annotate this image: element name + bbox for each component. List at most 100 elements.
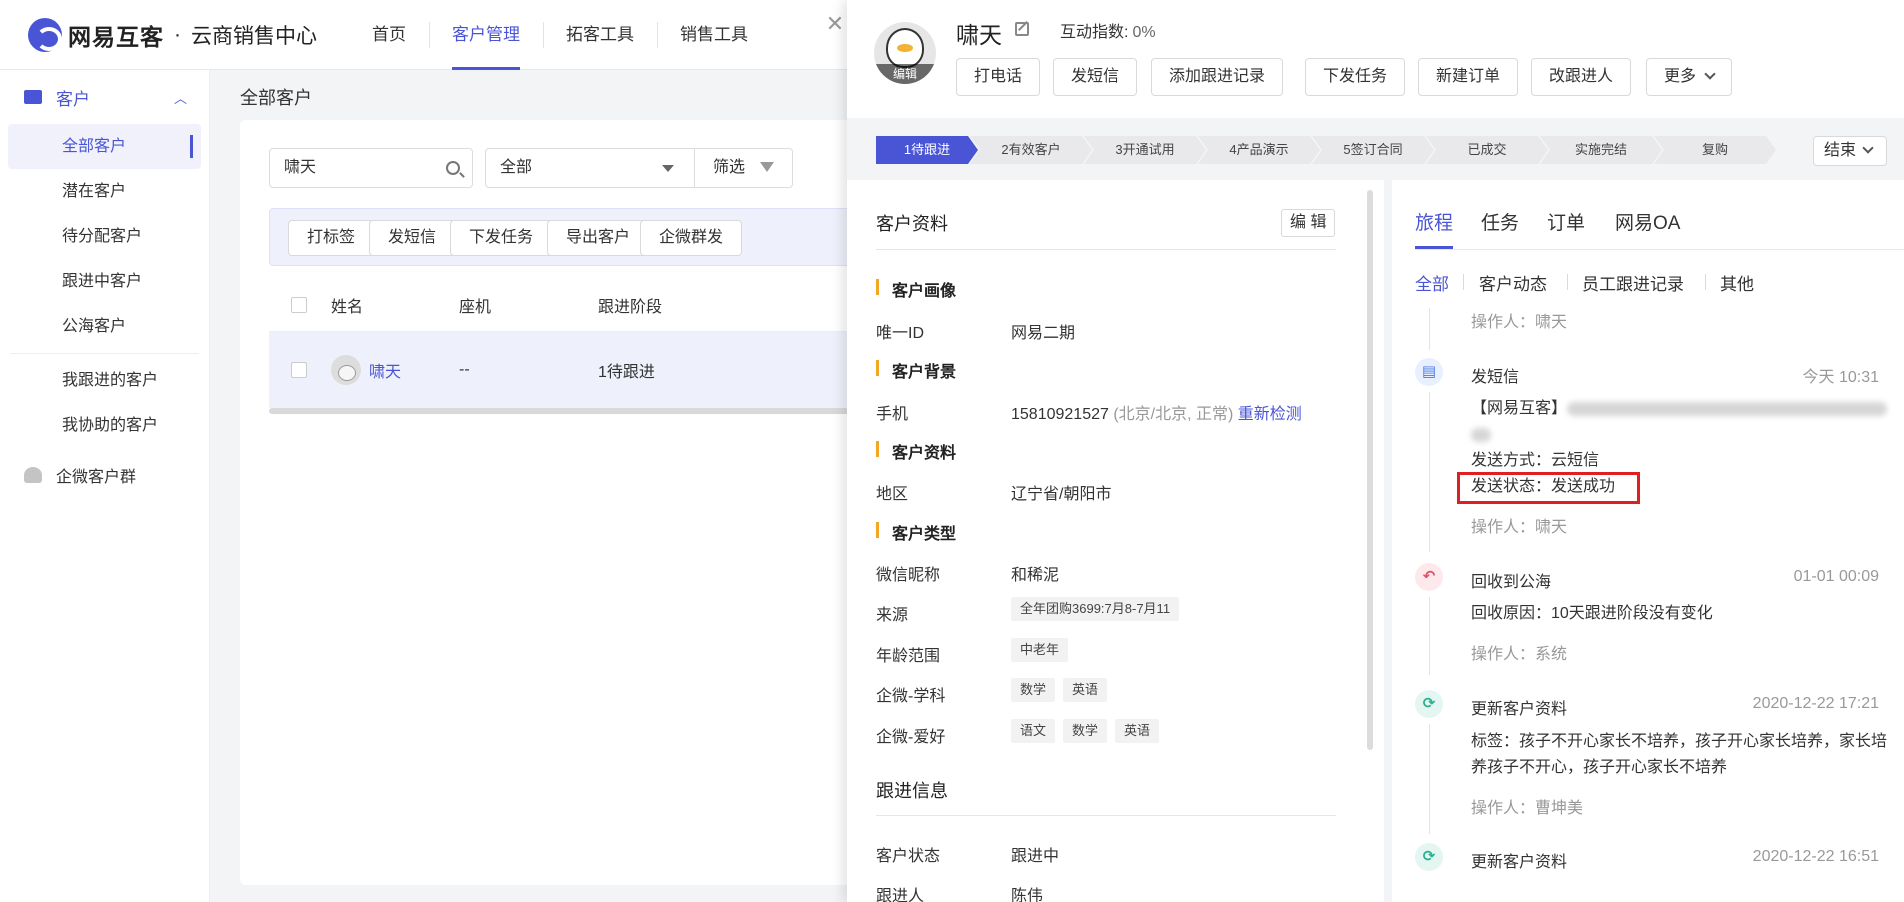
- nav-prospecting-tools[interactable]: 拓客工具: [544, 0, 657, 70]
- change-owner-button[interactable]: 改跟进人: [1531, 58, 1632, 96]
- hobby-tag: 数学: [1063, 719, 1108, 743]
- section-profile: 客户资料: [876, 439, 956, 463]
- hobby-label: 企微-爱好: [876, 729, 946, 746]
- filter-divider: [1705, 274, 1706, 290]
- phone-location: (北京/北京, 正常): [1113, 406, 1234, 423]
- timeline-line: [1429, 724, 1430, 834]
- section-type: 客户类型: [876, 520, 956, 544]
- sidebar-item-unassigned-customers[interactable]: 待分配客户: [8, 214, 201, 259]
- status-value: 跟进中: [1011, 848, 1060, 865]
- end-stage-dropdown[interactable]: 结束: [1813, 136, 1887, 166]
- send-sms-button[interactable]: 发短信: [1053, 58, 1138, 96]
- region-value: 辽宁省/朝阳市: [1011, 486, 1112, 503]
- sidebar-item-public-pool[interactable]: 公海客户: [8, 304, 201, 349]
- panel-divider: [1384, 180, 1392, 902]
- filter-all[interactable]: 全部: [1415, 270, 1449, 295]
- filter-staff-records[interactable]: 员工跟进记录: [1582, 270, 1684, 295]
- select-all-checkbox[interactable]: [291, 296, 307, 313]
- call-button[interactable]: 打电话: [956, 58, 1041, 96]
- phone-value: 15810921527 (北京/北京, 正常) 重新检测: [1011, 400, 1302, 424]
- new-order-button[interactable]: 新建订单: [1418, 58, 1519, 96]
- column-name[interactable]: 姓名: [331, 278, 363, 331]
- end-label: 结束: [1824, 142, 1857, 159]
- sidebar-item-all-customers[interactable]: 全部客户: [8, 124, 201, 169]
- column-stage[interactable]: 跟进阶段: [598, 278, 662, 331]
- sidebar-group-customer[interactable]: 客户 ︿: [0, 70, 209, 124]
- assign-task-button[interactable]: 下发任务: [1305, 58, 1406, 96]
- stage-step[interactable]: 4产品演示: [1198, 136, 1320, 164]
- close-drawer-icon[interactable]: ✕: [822, 12, 848, 38]
- stage-step[interactable]: 5签订合同: [1312, 136, 1434, 164]
- customer-avatar[interactable]: 编辑: [874, 22, 936, 84]
- divider: [876, 249, 1336, 250]
- event-time: 01-01 00:09: [1793, 568, 1879, 585]
- subject-tag: 数学: [1011, 678, 1056, 702]
- add-follow-record-button[interactable]: 添加跟进记录: [1151, 58, 1284, 96]
- age-tag: 中老年: [1011, 638, 1069, 662]
- sidebar-item-wecom-groups[interactable]: 企微客户群: [0, 448, 209, 502]
- scope-select[interactable]: 全部: [485, 148, 695, 188]
- tab-orders[interactable]: 订单: [1547, 208, 1585, 235]
- tab-netease-oa[interactable]: 网易OA: [1615, 208, 1680, 235]
- event-time: 2020-12-22 17:21: [1752, 695, 1879, 712]
- customer-list-card: 啸天 全部 筛选 打标签 发短信 下发任务 导出客户 企微群发 姓名 座机 跟进…: [240, 120, 909, 885]
- tab-tasks[interactable]: 任务: [1481, 208, 1519, 235]
- nav-sales-tools[interactable]: 销售工具: [658, 0, 771, 70]
- export-customers-button[interactable]: 导出客户: [547, 220, 650, 256]
- stage-step[interactable]: 3开通试用: [1084, 136, 1206, 164]
- brand-subtitle: 云商销售中心: [191, 25, 317, 48]
- search-icon[interactable]: [446, 161, 460, 175]
- event-title: 发短信: [1471, 369, 1520, 386]
- more-button[interactable]: 更多: [1646, 58, 1733, 96]
- stage-step[interactable]: 已成交: [1426, 136, 1548, 164]
- phone-label: 手机: [876, 406, 909, 423]
- refresh-icon: ⟳: [1415, 690, 1443, 718]
- penguin-avatar-icon: [886, 28, 924, 68]
- brand-logo[interactable]: 网易互客 · 云商销售中心: [28, 18, 317, 52]
- tag-button[interactable]: 打标签: [288, 220, 375, 256]
- sidebar-item-potential-customers[interactable]: 潜在客户: [8, 169, 201, 214]
- assign-task-button[interactable]: 下发任务: [450, 220, 553, 256]
- row-checkbox[interactable]: [291, 362, 307, 378]
- info-scrollbar[interactable]: [1367, 190, 1373, 750]
- column-landline[interactable]: 座机: [459, 278, 491, 331]
- page-title: 全部客户: [240, 88, 312, 108]
- avatar-edit-label[interactable]: 编辑: [874, 64, 936, 84]
- send-sms-button[interactable]: 发短信: [369, 220, 456, 256]
- interaction-label: 互动指数:: [1060, 24, 1129, 41]
- highlight-box: [1457, 472, 1640, 504]
- edit-info-button[interactable]: 编 辑: [1281, 209, 1336, 237]
- sidebar-item-my-customers[interactable]: 我跟进的客户: [8, 358, 201, 403]
- section-portrait: 客户画像: [876, 277, 956, 301]
- phone-number: 15810921527: [1011, 406, 1109, 423]
- sidebar-item-following-customers[interactable]: 跟进中客户: [8, 259, 201, 304]
- caret-down-icon: [662, 165, 674, 172]
- tab-journey[interactable]: 旅程: [1415, 208, 1454, 249]
- recheck-link[interactable]: 重新检测: [1238, 406, 1302, 423]
- source-tag: 全年团购3699:7月8-7月11: [1011, 597, 1180, 621]
- nav-home[interactable]: 首页: [350, 0, 429, 70]
- filter-other[interactable]: 其他: [1720, 270, 1754, 295]
- customer-name-link[interactable]: 啸天: [369, 358, 401, 382]
- nav-customer-management[interactable]: 客户管理: [430, 0, 543, 70]
- filter-button[interactable]: 筛选: [695, 148, 793, 188]
- search-input[interactable]: 啸天: [269, 148, 473, 188]
- stage-step[interactable]: 1待跟进: [876, 136, 978, 164]
- table-row[interactable]: 啸天 -- 1待跟进: [269, 332, 889, 408]
- customer-name: 啸天: [956, 22, 1002, 48]
- stage-step[interactable]: 复购: [1654, 136, 1776, 164]
- chevron-up-icon: ︿: [173, 90, 187, 106]
- bulk-action-bar: 打标签 发短信 下发任务 导出客户 企微群发: [269, 208, 909, 266]
- edit-name-icon[interactable]: [1015, 22, 1029, 36]
- filter-customer-activity[interactable]: 客户动态: [1479, 270, 1547, 295]
- interaction-value: 0%: [1132, 24, 1156, 41]
- uid-label: 唯一ID: [876, 325, 925, 342]
- refresh-icon: ⟳: [1415, 843, 1443, 871]
- wecom-broadcast-button[interactable]: 企微群发: [640, 220, 743, 256]
- stage-step[interactable]: 2有效客户: [970, 136, 1092, 164]
- stage-step[interactable]: 实施完结: [1540, 136, 1662, 164]
- sidebar-item-assisted-customers[interactable]: 我协助的客户: [8, 403, 201, 448]
- filter-label: 筛选: [713, 159, 746, 176]
- horizontal-scrollbar[interactable]: [269, 408, 889, 414]
- group-icon: [24, 467, 42, 483]
